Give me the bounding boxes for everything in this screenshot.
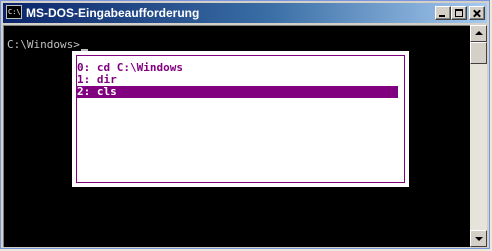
console-window: C:\ MS-DOS-Eingabeaufforderung C:\Window… [0,0,490,249]
history-item-2-selected[interactable]: 2: cls [76,86,398,98]
vertical-scrollbar[interactable] [470,25,487,247]
title-bar[interactable]: C:\ MS-DOS-Eingabeaufforderung [3,3,487,23]
maximize-button[interactable] [451,6,467,20]
window-title: MS-DOS-Eingabeaufforderung [26,6,200,20]
prompt-text: C:\Windows> [7,38,80,51]
minimize-button[interactable] [435,6,451,20]
command-history-popup: 0: cd C:\Windows 1: dir 2: cls [72,51,409,187]
ms-dos-console-icon[interactable]: C:\ [6,5,22,19]
scroll-down-arrow-icon[interactable] [470,230,487,247]
history-item-1[interactable]: 1: dir [76,74,398,86]
scroll-up-arrow-icon[interactable] [470,25,487,42]
history-item-0[interactable]: 0: cd C:\Windows [76,62,398,74]
scrollbar-thumb[interactable] [470,42,487,64]
command-prompt: C:\Windows> [7,38,88,51]
close-button[interactable] [469,6,485,20]
console-output[interactable]: C:\Windows> 0: cd C:\Windows 1: dir 2: c… [3,25,470,247]
